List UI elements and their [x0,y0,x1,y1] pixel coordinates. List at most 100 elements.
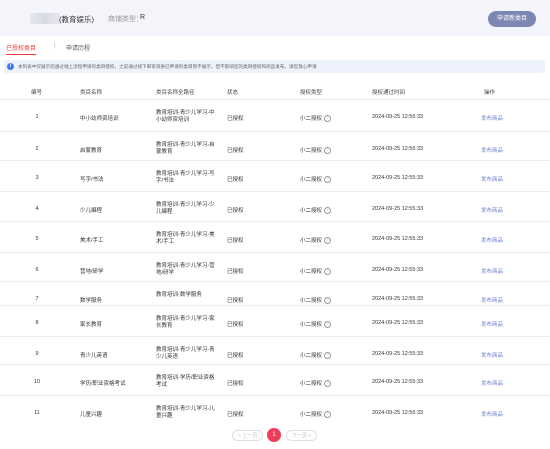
row-auth-type: 小二授权? [300,236,332,245]
row-category-name: 学历/职业资格考试 [80,381,126,387]
tab-authorized-categories[interactable]: 已授权类目 [6,43,37,55]
row-auth-type: 小二授权? [300,146,332,155]
publish-product-link[interactable]: 发布商品 [481,206,503,214]
column-header-category-path: 类目名称全路径 [156,90,195,96]
row-category-name: 儿童兴趣 [80,412,103,418]
row-category-name: 写字/书法 [80,177,104,183]
publish-product-link[interactable]: 发布商品 [481,296,503,304]
help-icon[interactable]: ? [324,176,332,184]
row-auth-type: 小二授权? [300,175,332,184]
row-auth-type-label: 小二授权 [300,148,323,154]
row-status: 已授权 [227,177,244,183]
row-auth-type: 小二授权? [300,206,332,215]
row-category-path: 教育培训-青少儿学习-青少儿英语 [156,347,215,360]
row-category-name: 启蒙教育 [80,148,103,154]
row-auth-type-label: 小二授权 [300,116,323,122]
row-status: 已授权 [227,238,244,244]
row-auth-time: 2024-09-25 12:55:33 [372,320,424,326]
row-status: 已授权 [227,269,244,275]
row-auth-time: 2024-09-25 12:55:33 [372,379,424,385]
row-category-path: 教育培训-青少儿学习-启蒙教育 [156,142,215,155]
row-id: 10 [33,379,41,385]
row-category-path: 教育培训-青少儿学习-营地/研学 [156,263,215,276]
row-category-name: 营地/研学 [80,269,104,275]
info-icon: i [7,63,14,70]
row-category-path: 教育培训-数学服务 [156,292,202,298]
row-id: 1 [35,114,39,120]
column-header-auth-time: 授权通过时间 [372,90,406,96]
row-auth-type: 小二授权? [300,351,332,360]
help-icon[interactable]: ? [324,352,332,360]
row-auth-time: 2024-09-25 12:55:33 [372,206,424,212]
store-type-label: 商铺类型： [108,16,143,23]
publish-product-link[interactable]: 发布商品 [481,320,503,328]
help-icon[interactable]: ? [324,237,332,245]
column-header-action: 操作 [484,90,496,96]
row-status: 已授权 [227,298,244,304]
row-auth-type-label: 小二授权 [300,298,323,304]
row-status: 已授权 [227,148,244,154]
notice-banner: i 本列表中仅展示您通过线上流程申请的类目授权，之前通过线下邮寄资质已申请的类目… [4,60,545,73]
row-auth-time: 2024-09-25 12:55:33 [372,351,424,357]
publish-product-link[interactable]: 发布商品 [481,351,503,359]
row-id: 9 [35,351,39,357]
pagination: < 上一页 1 下一页 > [228,427,328,443]
publish-product-link[interactable]: 发布商品 [481,379,503,387]
row-auth-time: 2024-09-25 12:55:33 [372,236,424,242]
tab-separator: | [54,43,56,49]
publish-product-link[interactable]: 发布商品 [481,146,503,154]
table-row: 11 儿童兴趣 教育培训-青少儿学习-儿童兴趣 已授权 小二授权? 2024-09-25 … [0,395,550,431]
publish-product-link[interactable]: 发布商品 [481,114,503,122]
tab-application-history[interactable]: 申请历程 [66,43,90,52]
page-number-current[interactable]: 1 [267,428,281,442]
row-category-path: 教育培训-青少儿学习-家长教育 [156,316,215,329]
help-icon[interactable]: ? [324,411,332,419]
row-auth-type-label: 小二授权 [300,208,323,214]
row-auth-type-label: 小二授权 [300,353,323,359]
row-auth-type: 小二授权? [300,296,332,305]
help-icon[interactable]: ? [324,380,332,388]
row-id: 7 [35,296,39,302]
row-category-path: 教育培训-学历/职业资格考试 [156,375,215,388]
row-status: 已授权 [227,412,244,418]
row-id: 2 [35,146,39,152]
table-header: 编号 类目名称 类目名称全路径 状态 授权类型 授权通过时间 操作 [0,86,550,98]
store-logo-blurred [30,13,60,24]
row-category-name: 青少儿英语 [80,353,108,359]
row-category-name: 数学服务 [80,298,103,304]
notice-text: 本列表中仅展示您通过线上流程申请的类目授权，之前通过线下邮寄资质已申请的类目暂不… [18,63,317,69]
prev-page-button[interactable]: < 上一页 [232,430,264,441]
publish-product-link[interactable]: 发布商品 [481,410,503,418]
next-page-button[interactable]: 下一页 > [286,430,318,441]
help-icon[interactable]: ? [324,321,332,329]
help-icon[interactable]: ? [324,297,332,305]
store-name: (教育娱乐) [59,15,94,24]
help-icon[interactable]: ? [324,207,332,215]
publish-product-link[interactable]: 发布商品 [481,236,503,244]
help-icon[interactable]: ? [324,147,332,155]
apply-new-category-button[interactable]: 申请新类目 [487,11,536,27]
row-id: 6 [35,267,39,273]
row-id: 5 [35,236,39,242]
help-icon[interactable]: ? [324,268,332,276]
column-header-category-name: 类目名称 [80,90,103,96]
row-category-name: 美术/手工 [80,238,104,244]
row-auth-type: 小二授权? [300,267,332,276]
row-id: 11 [34,410,40,416]
row-auth-type: 小二授权? [300,114,332,123]
publish-product-link[interactable]: 发布商品 [481,267,503,275]
page-header: (教育娱乐) 商铺类型： R 申请新类目 [0,0,550,36]
row-id: 8 [35,320,39,326]
row-auth-time: 2024-09-25 12:55:33 [372,296,424,302]
row-status: 已授权 [227,322,244,328]
row-status: 已授权 [227,353,244,359]
help-icon[interactable]: ? [324,115,332,123]
row-category-path: 教育培训-青少儿学习-少儿编程 [156,202,215,215]
column-header-auth-type: 授权类型 [300,90,323,96]
row-auth-time: 2024-09-25 12:55:33 [372,114,424,120]
publish-product-link[interactable]: 发布商品 [481,175,503,183]
column-header-status: 状态 [227,90,239,96]
row-auth-type-label: 小二授权 [300,238,323,244]
row-auth-type-label: 小二授权 [300,322,323,328]
row-auth-type-label: 小二授权 [300,381,323,387]
